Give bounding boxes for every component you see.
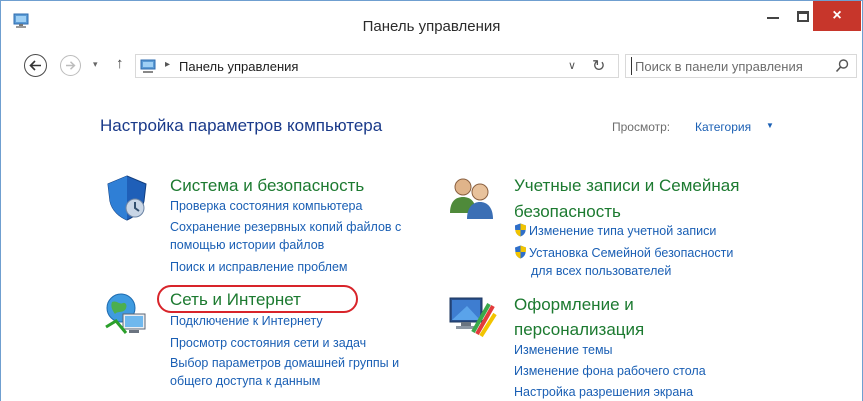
link-set-family-safety-label[interactable]: Установка Семейной безопасности xyxy=(529,246,733,260)
search-input[interactable] xyxy=(631,57,829,75)
category-appearance[interactable]: Оформление и xyxy=(514,292,634,318)
uac-shield-icon xyxy=(515,245,526,259)
title-bar[interactable]: Панель управления × xyxy=(1,1,862,45)
category-system-security[interactable]: Система и безопасность xyxy=(170,173,364,199)
maximize-icon xyxy=(797,10,809,22)
network-globe-icon[interactable] xyxy=(102,289,152,339)
uac-shield-icon xyxy=(515,223,526,237)
link-homegroup-sharing[interactable]: Выбор параметров домашней группы и xyxy=(170,354,399,373)
address-dropdown-icon[interactable]: ∨ xyxy=(568,59,576,72)
close-button[interactable]: × xyxy=(813,1,861,31)
link-change-theme[interactable]: Изменение темы xyxy=(514,341,613,360)
minimize-button[interactable] xyxy=(758,1,788,31)
link-adjust-screen-resolution[interactable]: Настройка разрешения экрана xyxy=(514,383,693,401)
shield-system-icon[interactable] xyxy=(102,173,152,223)
link-set-family-safety[interactable]: Установка Семейной безопасности xyxy=(514,244,733,263)
search-icon[interactable] xyxy=(834,58,850,74)
control-panel-icon xyxy=(140,59,156,73)
refresh-icon[interactable]: ↻ xyxy=(592,56,605,76)
forward-button[interactable] xyxy=(60,55,81,76)
page-title: Настройка параметров компьютера xyxy=(100,116,383,135)
link-set-family-safety-line2[interactable]: для всех пользователей xyxy=(531,262,671,281)
link-file-history-backup[interactable]: Сохранение резервных копий файлов с xyxy=(170,218,401,237)
link-connect-internet[interactable]: Подключение к Интернету xyxy=(170,312,323,331)
user-accounts-icon[interactable] xyxy=(447,173,497,223)
link-file-history-backup-line2[interactable]: помощью истории файлов xyxy=(170,236,324,255)
link-change-account-type[interactable]: Изменение типа учетной записи xyxy=(514,222,716,241)
up-level-button[interactable]: ↑ xyxy=(116,56,124,71)
view-by-dropdown[interactable]: Категория xyxy=(695,120,751,134)
navigation-bar: ▾ ↑ ▸ Панель управления ∨ ↻ xyxy=(1,53,862,79)
minimize-icon xyxy=(767,17,779,19)
view-by-dropdown-arrow-icon[interactable]: ▼ xyxy=(766,121,774,130)
breadcrumb-separator-icon[interactable]: ▸ xyxy=(165,59,170,70)
search-box[interactable] xyxy=(625,54,857,78)
link-homegroup-sharing-line2[interactable]: общего доступа к данным xyxy=(170,372,320,391)
link-change-account-type-label[interactable]: Изменение типа учетной записи xyxy=(529,224,716,238)
link-change-desktop-background[interactable]: Изменение фона рабочего стола xyxy=(514,362,706,381)
control-panel-window: Панель управления × ▾ ↑ ▸ Панель управле… xyxy=(0,0,863,401)
appearance-monitor-icon[interactable] xyxy=(447,292,497,342)
window-title: Панель управления xyxy=(362,18,501,35)
view-by-label: Просмотр: xyxy=(612,120,671,134)
highlight-outline xyxy=(157,285,358,313)
link-check-computer-status[interactable]: Проверка состояния компьютера xyxy=(170,197,362,216)
link-troubleshoot[interactable]: Поиск и исправление проблем xyxy=(170,258,348,277)
recent-locations-chevron-icon[interactable]: ▾ xyxy=(93,59,98,70)
category-appearance-line2[interactable]: персонализация xyxy=(514,317,644,343)
link-network-status[interactable]: Просмотр состояния сети и задач xyxy=(170,334,366,353)
address-bar[interactable]: ▸ Панель управления ∨ ↻ xyxy=(135,54,619,78)
breadcrumb-control-panel[interactable]: Панель управления xyxy=(179,59,298,74)
category-user-accounts[interactable]: Учетные записи и Семейная xyxy=(514,173,739,199)
arrow-left-icon xyxy=(29,60,41,71)
close-icon: × xyxy=(832,7,842,24)
arrow-right-icon xyxy=(66,61,76,70)
back-button[interactable] xyxy=(24,54,47,77)
